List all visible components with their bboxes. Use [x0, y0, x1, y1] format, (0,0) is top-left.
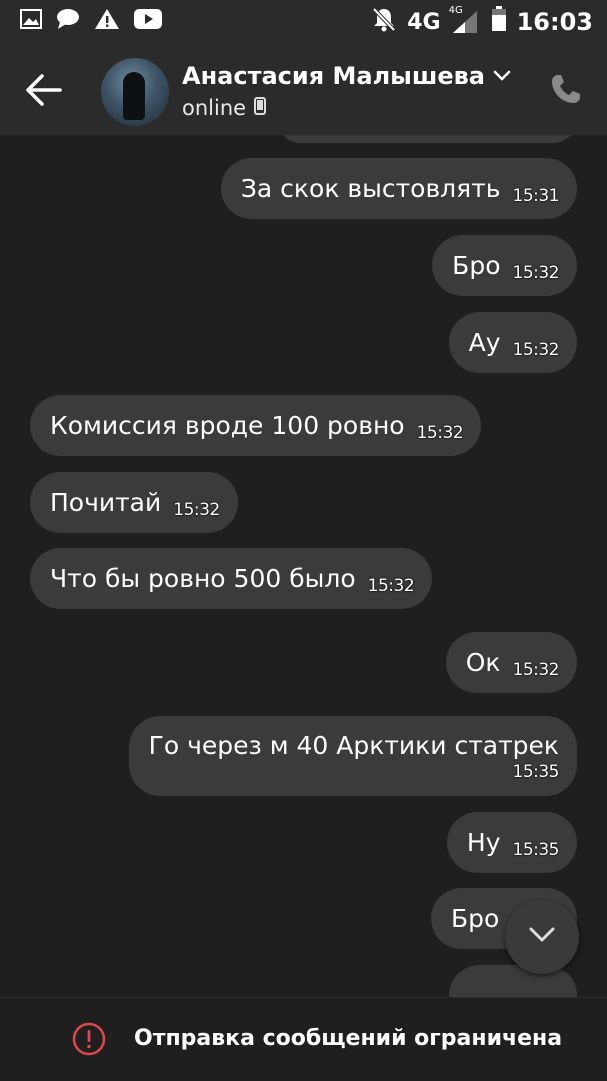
message-text: Что бы ровно 500 было [50, 564, 356, 593]
message-text: Бро [451, 904, 500, 933]
message-bubble[interactable]: Что бы ровно 500 было 15:32 [30, 548, 433, 609]
message-bubble[interactable]: Бро 15:32 [432, 235, 577, 296]
chevron-down-icon [528, 926, 556, 948]
chat-header: Анастасия Малышева online [0, 42, 607, 135]
scroll-to-bottom-button[interactable] [505, 900, 579, 974]
battery-icon [491, 6, 507, 38]
message-time: 15:35 [512, 761, 560, 782]
back-arrow-icon[interactable] [24, 72, 64, 108]
message-time: 15:35 [512, 839, 560, 860]
message-text: Го через м 40 Арктики статрек [148, 730, 559, 760]
network-small-label: 4G [448, 5, 463, 16]
message-time: 15:32 [512, 262, 560, 283]
presence-row: online [182, 96, 267, 120]
gallery-icon [20, 9, 42, 33]
clock: 16:03 [516, 8, 593, 36]
message-text: За скок выстовлять [240, 174, 501, 203]
message-time: 15:32 [416, 422, 464, 443]
status-bar: 4G 4G 16:03 [0, 0, 607, 42]
restriction-message: Отправка сообщений ограничена [134, 1026, 563, 1051]
message-bubble[interactable]: Го через м 40 Арктики статрек 15:35 [128, 716, 577, 796]
message-time: 15:32 [512, 659, 560, 680]
message-bubble[interactable]: За скок выстовлять 15:31 [220, 158, 577, 219]
message-time: 15:32 [173, 499, 220, 520]
online-status: online [182, 96, 247, 120]
contact-name: Анастасия Малышева [182, 62, 485, 90]
network-label: 4G [407, 9, 441, 35]
contact-name-row[interactable]: Анастасия Малышева [182, 62, 511, 90]
avatar[interactable] [101, 58, 169, 126]
alert-circle-icon [72, 1022, 106, 1056]
message-bubble[interactable]: Почитай 15:32 [30, 472, 238, 533]
message-text: Комиссия вроде 100 ровно [50, 411, 405, 440]
message-text: Бро [452, 251, 501, 280]
composer-restricted-bar: Отправка сообщений ограничена [0, 997, 607, 1081]
message-text: Ок [465, 648, 501, 677]
message-time: 15:31 [512, 185, 560, 206]
mute-icon [371, 6, 397, 38]
message-list[interactable]: За скок выстовлять 15:31 Бро 15:32 Ау 15… [0, 135, 607, 997]
message-bubble[interactable]: Ну 15:35 [446, 812, 577, 873]
message-text: Почитай [50, 488, 162, 517]
message-time: 15:32 [367, 575, 415, 596]
warning-icon [94, 8, 120, 34]
phone-icon[interactable] [549, 72, 583, 106]
message-bubble[interactable]: Комиссия вроде 100 ровно 15:32 [30, 395, 482, 456]
chat-icon [56, 8, 80, 34]
message-bubble[interactable] [277, 135, 577, 143]
mobile-device-icon [254, 97, 267, 119]
chevron-down-icon [493, 67, 511, 86]
message-time: 15:32 [512, 339, 560, 360]
youtube-icon [134, 9, 162, 33]
message-bubble[interactable]: Ау 15:32 [448, 312, 577, 373]
signal-icon: 4G [449, 5, 481, 35]
message-text: Ну [466, 828, 501, 857]
message-text: Ау [468, 328, 501, 357]
message-bubble[interactable]: Ок 15:32 [445, 632, 577, 693]
